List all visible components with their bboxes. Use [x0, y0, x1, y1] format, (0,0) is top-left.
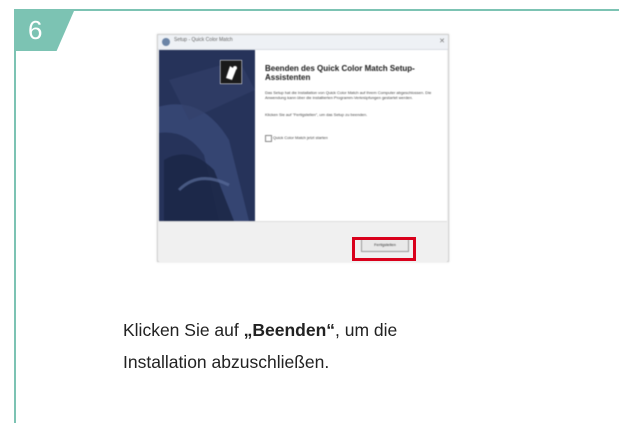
- instruction-suffix: , um die: [335, 320, 398, 340]
- step-number: 6: [28, 15, 43, 45]
- dialog-titlebar: Setup - Quick Color Match ✕: [158, 35, 448, 50]
- setup-app-icon: [162, 38, 170, 46]
- dialog-heading: Beenden des Quick Color Match Setup-Assi…: [265, 64, 415, 82]
- installer-logo-icon: [220, 60, 242, 84]
- instruction-prefix: Klicken Sie auf: [123, 320, 244, 340]
- installer-dialog-screenshot: Setup - Quick Color Match ✕ Beenden des …: [157, 34, 449, 262]
- instruction-bold: „Beenden“: [243, 320, 336, 340]
- close-icon[interactable]: ✕: [439, 37, 445, 45]
- launch-checkbox-label: Quick Color Match jetzt starten: [273, 135, 328, 140]
- step-badge: 6: [16, 11, 74, 51]
- finish-button-highlight: [352, 237, 416, 261]
- instruction-text: Klicken Sie auf „Beenden“, um die Instal…: [123, 314, 563, 378]
- dialog-content: Beenden des Quick Color Match Setup-Assi…: [220, 50, 447, 221]
- dialog-paragraph-2: Klicken Sie auf "Fertigstellen", um das …: [265, 112, 368, 117]
- launch-checkbox[interactable]: [265, 135, 272, 142]
- instruction-line2: Installation abzuschließen.: [123, 352, 330, 372]
- dialog-title: Setup - Quick Color Match: [174, 37, 233, 43]
- dialog-paragraph-1: Das Setup hat die Installation von Quick…: [265, 90, 432, 100]
